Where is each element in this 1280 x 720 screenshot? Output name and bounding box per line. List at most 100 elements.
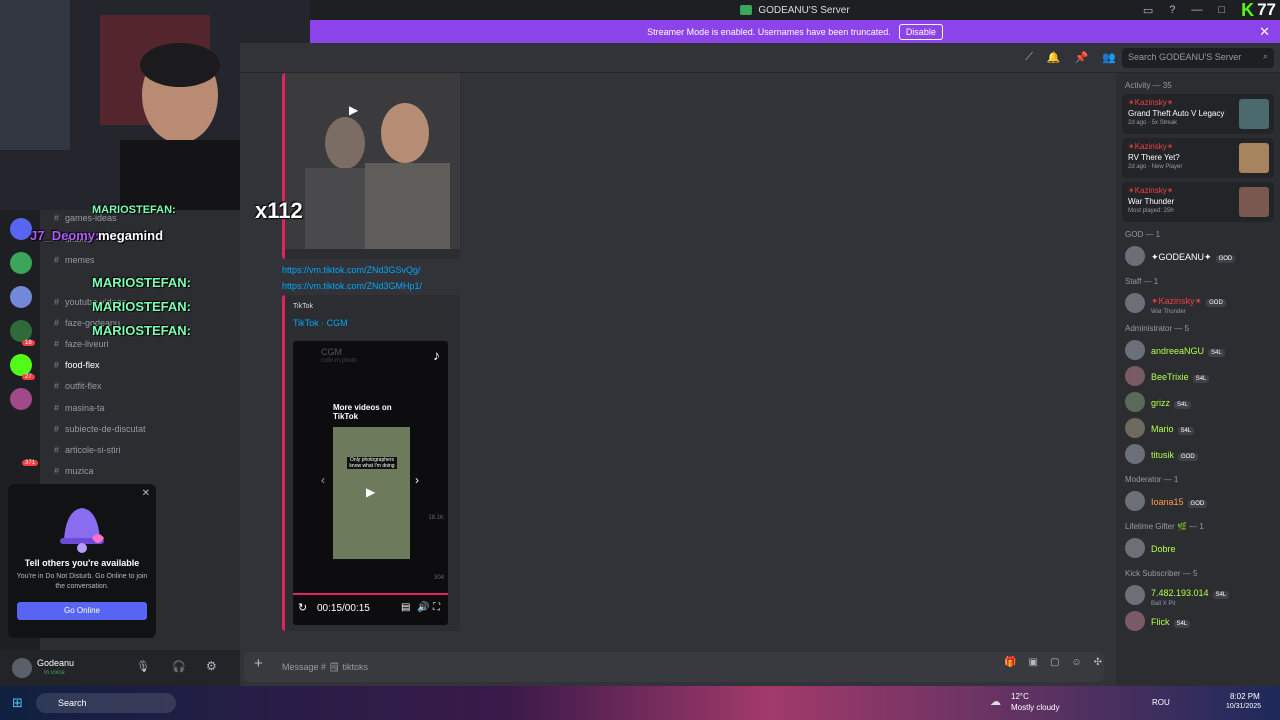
member-item[interactable]: Flick S4L: [1122, 608, 1274, 634]
server-badge: 18: [22, 340, 35, 346]
member-item[interactable]: BeeTrixie S4L: [1122, 363, 1274, 389]
member-item[interactable]: ✴Kazinsky✴ GOD War Thunder: [1122, 290, 1274, 316]
comments-count: 304: [433, 575, 444, 581]
channel-item[interactable]: # articole-si-stiri: [54, 445, 121, 455]
maximize-icon[interactable]: □: [1218, 4, 1225, 16]
headphones-icon[interactable]: 🎧: [172, 660, 186, 673]
channel-item[interactable]: # memes: [54, 255, 95, 265]
minimize-icon[interactable]: —: [1191, 4, 1202, 16]
avatar: [1125, 392, 1145, 412]
replay-icon[interactable]: ↻: [298, 601, 307, 614]
close-icon[interactable]: ✕: [142, 488, 150, 499]
channel-item[interactable]: # subiecte-de-discutat: [54, 424, 146, 434]
overlay-name: MARIOSTEFAN:: [92, 323, 191, 338]
language[interactable]: ROU: [1152, 698, 1170, 707]
user-panel: Godeanu In voice 🎙 🎧 ⚙: [0, 650, 240, 686]
tiktok-link-1[interactable]: https://vm.tiktok.com/ZNd3GSvQg/: [282, 265, 421, 275]
hash-icon: #: [54, 466, 60, 476]
emoji-icon[interactable]: ☺: [1071, 657, 1081, 668]
inbox-icon[interactable]: ▭: [1143, 4, 1153, 17]
member-item[interactable]: titusik GOD: [1122, 441, 1274, 467]
banner-text: Streamer Mode is enabled. Usernames have…: [647, 26, 891, 37]
volume-icon[interactable]: 🔊: [417, 602, 429, 613]
server-icon[interactable]: [10, 320, 32, 342]
server-icon[interactable]: [10, 218, 32, 240]
channel-item[interactable]: # faze-liveuri: [54, 339, 109, 349]
microphone-icon[interactable]: 🎙: [136, 660, 150, 673]
activity-card[interactable]: ✴Kazinsky✴ War Thunder Most played: 25h: [1122, 182, 1274, 222]
member-item[interactable]: grizz S4L: [1122, 389, 1274, 415]
hash-icon: #: [54, 445, 60, 455]
more-video-thumb[interactable]: Only photographers know what I'm doing ▶: [333, 427, 410, 559]
taskbar-search[interactable]: Search: [36, 693, 176, 713]
activity-card[interactable]: ✴Kazinsky✴ Grand Theft Auto V Legacy 2d …: [1122, 94, 1274, 134]
tiktok-player[interactable]: CGM colin.m.photo ♪ More videos on TikTo…: [293, 341, 448, 625]
channel-name: muzica: [65, 466, 94, 476]
activity-card[interactable]: ✴Kazinsky✴ RV There Yet? 2d ago · New Pl…: [1122, 138, 1274, 178]
search-input[interactable]: Search GODEANU'S Server ⌕: [1122, 48, 1274, 68]
video-time: 00:15/00:15: [317, 603, 370, 614]
message-input[interactable]: Message # 🗒 tiktoks: [244, 652, 1104, 682]
avatar: [1125, 585, 1145, 605]
server-badge: 27: [22, 374, 35, 380]
hash-icon: #: [54, 213, 60, 223]
video-embed-top[interactable]: ▶: [282, 73, 460, 259]
clock-time[interactable]: 8:02 PM: [1230, 692, 1260, 701]
member-item[interactable]: Mario S4L: [1122, 415, 1274, 441]
server-icon[interactable]: [10, 252, 32, 274]
server-icon[interactable]: [10, 388, 32, 410]
role-badge: S4L: [1177, 427, 1195, 435]
avatar[interactable]: [12, 658, 32, 678]
pin-icon[interactable]: 📌: [1075, 51, 1089, 64]
channel-item[interactable]: # masina-ta: [54, 403, 105, 413]
game-thumb-warthunder: [1239, 187, 1269, 217]
help-icon[interactable]: ?: [1169, 4, 1175, 16]
server-icon[interactable]: [10, 354, 32, 376]
go-online-button[interactable]: Go Online: [17, 602, 147, 620]
member-item[interactable]: Ioana15 GOD: [1122, 488, 1274, 514]
embed-title[interactable]: TikTok · CGM: [293, 318, 348, 328]
gift-icon[interactable]: 🎁: [1004, 657, 1016, 668]
channel-item[interactable]: # outfit-flex: [54, 381, 102, 391]
weather-desc: Mostly cloudy: [1011, 703, 1060, 712]
likes-count: 18.1K: [428, 515, 444, 521]
member-list: Activity — 35 ✴Kazinsky✴ Grand Theft Aut…: [1116, 73, 1280, 686]
overlay-name: MARIOSTEFAN:: [92, 204, 176, 216]
windows-start-icon[interactable]: ⊞: [12, 695, 23, 711]
member-item[interactable]: ✦GODEANU✦ GOD: [1122, 243, 1274, 269]
hash-icon: #: [54, 339, 60, 349]
member-activity: Ball X Pit: [1151, 601, 1176, 607]
chevron-left-icon[interactable]: ‹: [321, 473, 325, 487]
apps-icon[interactable]: ✣: [1094, 657, 1102, 668]
channel-item[interactable]: # muzica: [54, 466, 94, 476]
overlay-deomy: J7_Deomy:: [30, 228, 100, 243]
clock-date[interactable]: 10/31/2025: [1226, 703, 1261, 710]
tiktok-link-2[interactable]: https://vm.tiktok.com/ZNd3GMHp1/: [282, 281, 422, 291]
sticker-icon[interactable]: ▢: [1050, 657, 1059, 668]
threads-icon[interactable]: ⟋: [1025, 51, 1033, 64]
member-item[interactable]: 7.482.193.014 S4L Ball X Pit: [1122, 582, 1274, 608]
close-icon[interactable]: ✕: [1259, 24, 1270, 40]
channel-item[interactable]: # food-flex: [54, 360, 100, 370]
thumb-play-icon[interactable]: ▶: [366, 485, 375, 499]
play-icon[interactable]: ▶: [349, 103, 358, 117]
chevron-right-icon[interactable]: ›: [415, 473, 419, 487]
bell-icon[interactable]: 🔔: [1047, 51, 1061, 64]
members-icon[interactable]: 👥: [1102, 51, 1116, 64]
player-author: CGM: [321, 347, 342, 357]
member-item[interactable]: Dobre: [1122, 535, 1274, 561]
role-badge: GOD: [1206, 299, 1226, 307]
server-icon[interactable]: [10, 286, 32, 308]
disable-button[interactable]: Disable: [898, 23, 943, 40]
avatar: [1125, 538, 1145, 558]
captions-icon[interactable]: ▤: [401, 602, 410, 613]
progress-track[interactable]: [293, 593, 448, 595]
add-attachment-icon[interactable]: +: [254, 655, 263, 672]
gif-icon[interactable]: ▣: [1028, 657, 1037, 668]
tiktok-logo-icon: ♪: [433, 347, 440, 363]
search-placeholder: Search GODEANU'S Server: [1128, 52, 1242, 62]
fullscreen-icon[interactable]: ⛶: [433, 602, 440, 613]
member-item[interactable]: andreeaNGU S4L: [1122, 337, 1274, 363]
user-status: In voice: [44, 670, 65, 676]
gear-icon[interactable]: ⚙: [206, 659, 217, 673]
